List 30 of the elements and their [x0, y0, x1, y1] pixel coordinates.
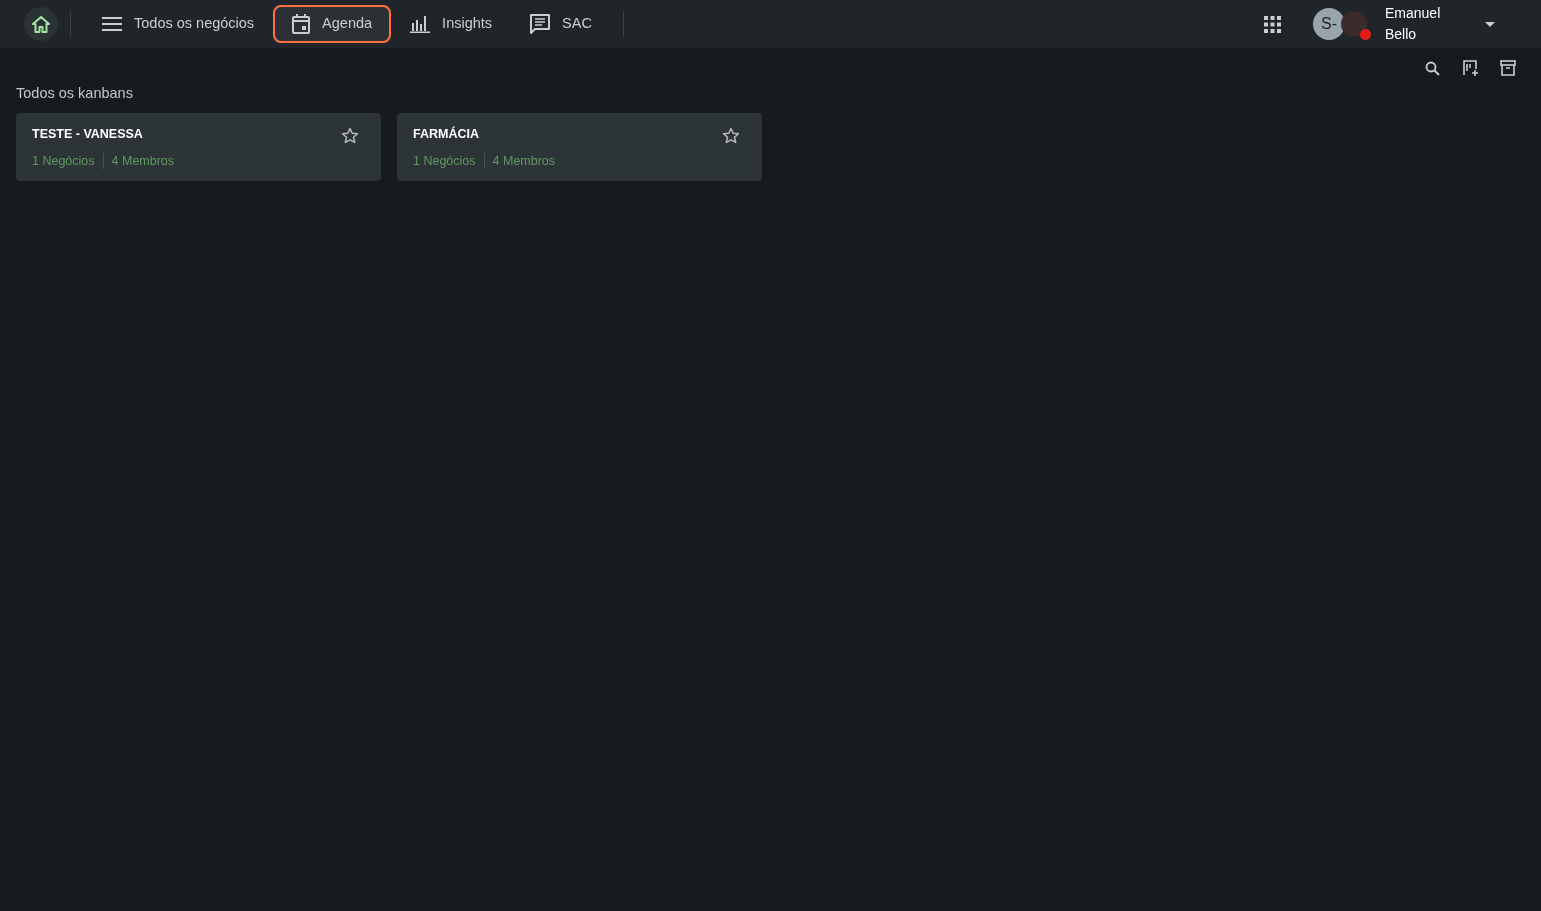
member-count: 4 Membros: [111, 152, 175, 170]
star-icon[interactable]: [341, 126, 359, 145]
calendar-icon: [292, 14, 311, 34]
photo-placeholder[interactable]: [1341, 11, 1367, 37]
nav-tab[interactable]: Insights: [391, 5, 512, 43]
home-button[interactable]: [24, 7, 58, 41]
member-count: 4 Membros: [492, 152, 556, 170]
caret-icon[interactable]: [1485, 21, 1495, 27]
board-plus-icon: [1462, 60, 1478, 76]
search-icon: [1424, 60, 1440, 76]
deal-count: 1 Negócios: [32, 152, 95, 170]
user-name[interactable]: Emanuel Bello: [1385, 3, 1455, 45]
star-icon[interactable]: [722, 126, 740, 145]
bar-chart-icon: [410, 15, 431, 33]
kanban-card[interactable]: FARMÁCIA 1 Negócios 4 Membros: [397, 112, 762, 182]
nav-tab[interactable]: Agenda: [273, 5, 392, 43]
nav-tab[interactable]: Todos os negócios: [83, 5, 274, 43]
section-title: Todos os kanbans: [16, 84, 134, 103]
message-icon: [530, 14, 551, 34]
deal-count: 1 Negócios: [413, 152, 476, 170]
kanban-card[interactable]: TESTE - VANESSA 1 Negócios 4 Membros: [16, 112, 381, 182]
menu-icon: [102, 17, 122, 31]
board-title: FARMÁCIA: [413, 125, 480, 143]
apps-grid-icon[interactable]: [1264, 15, 1281, 33]
home-icon: [32, 15, 50, 33]
archive-button[interactable]: [1497, 57, 1519, 79]
initials-avatar[interactable]: S-: [1313, 8, 1345, 40]
archive-icon: [1500, 60, 1516, 76]
nav-tab[interactable]: SAC: [511, 5, 611, 43]
board-title: TESTE - VANESSA: [32, 125, 144, 143]
